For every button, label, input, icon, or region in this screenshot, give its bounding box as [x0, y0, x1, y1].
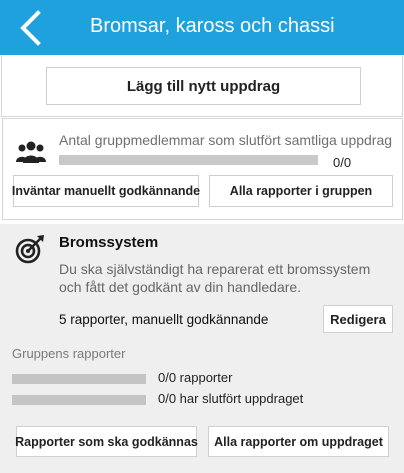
pending-approval-button[interactable]: Inväntar manuellt godkännande [12, 175, 200, 207]
target-icon [15, 235, 44, 264]
group-progress-section: Antal gruppmedlemmar som slutfört samtli… [2, 118, 403, 220]
task-title: Bromssystem [59, 234, 159, 251]
page-title: Bromsar, kaross och chassi [90, 15, 335, 37]
group-progress-bar [59, 155, 318, 165]
reports-to-approve-button[interactable]: Rapporter som ska godkännas [15, 426, 198, 457]
task-reports-info: 5 rapporter, manuellt godkännande [59, 312, 269, 327]
completed-count: 0/0 har slutfört uppdraget [158, 391, 304, 406]
completed-progress-bar [12, 395, 146, 405]
add-task-button[interactable]: Lägg till nytt uppdrag [46, 67, 361, 105]
group-reports-label: Gruppens rapporter [12, 346, 126, 361]
chevron-left-icon [20, 10, 41, 46]
group-icon [16, 141, 46, 163]
reports-count: 0/0 rapporter [158, 370, 233, 385]
group-completed-label: Antal gruppmedlemmar som slutfört samtli… [59, 132, 393, 148]
app-header: Bromsar, kaross och chassi [0, 0, 404, 55]
edit-button[interactable]: Redigera [323, 305, 393, 333]
reports-progress-bar [12, 374, 146, 384]
back-button[interactable] [12, 8, 48, 48]
task-description: Du ska självständigt ha reparerat ett br… [59, 261, 371, 295]
group-completed-count: 0/0 [333, 155, 352, 170]
task-card: Bromssystem Du ska självständigt ha repa… [0, 224, 404, 473]
add-task-section: Lägg till nytt uppdrag [1, 56, 403, 117]
all-group-reports-button[interactable]: Alla rapporter i gruppen [209, 175, 393, 207]
all-task-reports-button[interactable]: Alla rapporter om uppdraget [208, 426, 389, 457]
